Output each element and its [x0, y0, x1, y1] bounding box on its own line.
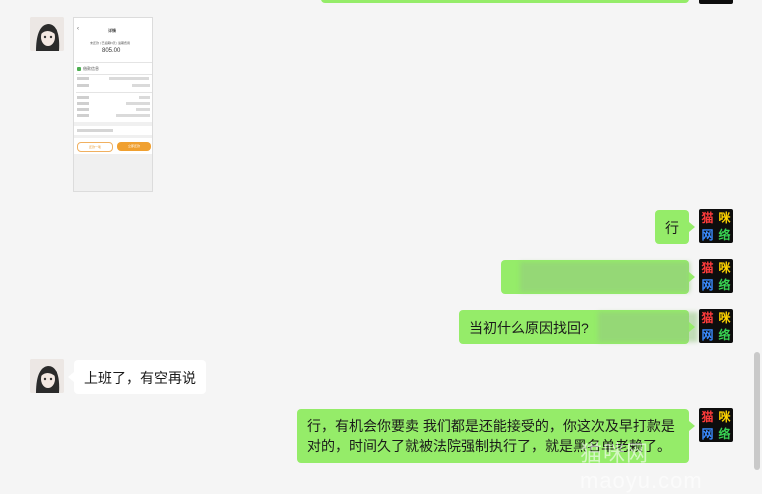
bubble-tail — [689, 272, 695, 282]
bubble-tail — [689, 421, 695, 431]
avatar-char: 网 — [701, 278, 714, 292]
avatar-char: 网 — [701, 328, 714, 342]
avatar-char: 猫 — [701, 261, 714, 275]
message-text: 行 — [665, 220, 679, 236]
shot-section-icon — [77, 67, 81, 71]
contact-avatar[interactable] — [30, 17, 64, 51]
redaction-blur — [520, 262, 690, 292]
chat-scrollbar[interactable] — [754, 352, 760, 470]
contact-avatar-self[interactable]: 猫 咪 网 络 — [699, 209, 733, 243]
avatar-char: 咪 — [718, 410, 731, 424]
message-text-line1: 行，有机会你要卖 我们都是还能接受的，你这次及早打款是 — [307, 418, 675, 434]
avatar-char: 猫 — [701, 410, 714, 424]
message-bubble-partial[interactable] — [321, 0, 689, 3]
redaction-blur — [598, 312, 698, 342]
contact-avatar-self[interactable] — [699, 0, 733, 4]
anime-girl-avatar-icon — [30, 17, 64, 51]
shot-button-right[interactable]: 立即还款 — [117, 142, 151, 151]
watermark-text: 猫咪网 maoyu.com — [580, 441, 703, 493]
message-bubble-ok[interactable]: 行 — [655, 210, 689, 244]
anime-girl-avatar-icon — [30, 359, 64, 393]
neon-text-avatar-icon: 猫 — [701, 211, 714, 225]
contact-avatar-self[interactable]: 猫 咪 网 络 — [699, 259, 733, 293]
contact-avatar-self[interactable]: 猫 咪 网 络 — [699, 309, 733, 343]
message-bubble-busy[interactable]: 上班了，有空再说 — [74, 360, 206, 394]
shot-section-title: 借款信息 — [83, 66, 99, 71]
image-message-screenshot[interactable]: ‹ 详情 未还款 | 已逾期N天 | 逾期费用 805.00 借款信息 还款一笔… — [73, 17, 153, 192]
message-text: 上班了，有空再说 — [84, 370, 196, 386]
shot-title: 详情 — [108, 28, 116, 33]
avatar-char: 咪 — [718, 261, 731, 275]
avatar-char: 猫 — [701, 311, 714, 325]
avatar-char: 络 — [718, 228, 731, 242]
avatar-char: 咪 — [718, 211, 731, 225]
bubble-tail — [689, 222, 695, 232]
bubble-tail — [689, 322, 695, 332]
shot-button-left[interactable]: 还款一笔 — [77, 142, 113, 152]
avatar-char: 网 — [701, 228, 714, 242]
contact-avatar[interactable] — [30, 359, 64, 393]
avatar-char: 络 — [718, 328, 731, 342]
avatar-char: 络 — [718, 278, 731, 292]
shot-back-icon: ‹ — [77, 26, 79, 32]
message-text: 当初什么原因找回? — [469, 320, 589, 336]
shot-amount: 805.00 — [102, 48, 121, 54]
avatar-char: 咪 — [718, 311, 731, 325]
shot-status: 未还款 | 已逾期N天 | 逾期费用 — [90, 41, 131, 45]
